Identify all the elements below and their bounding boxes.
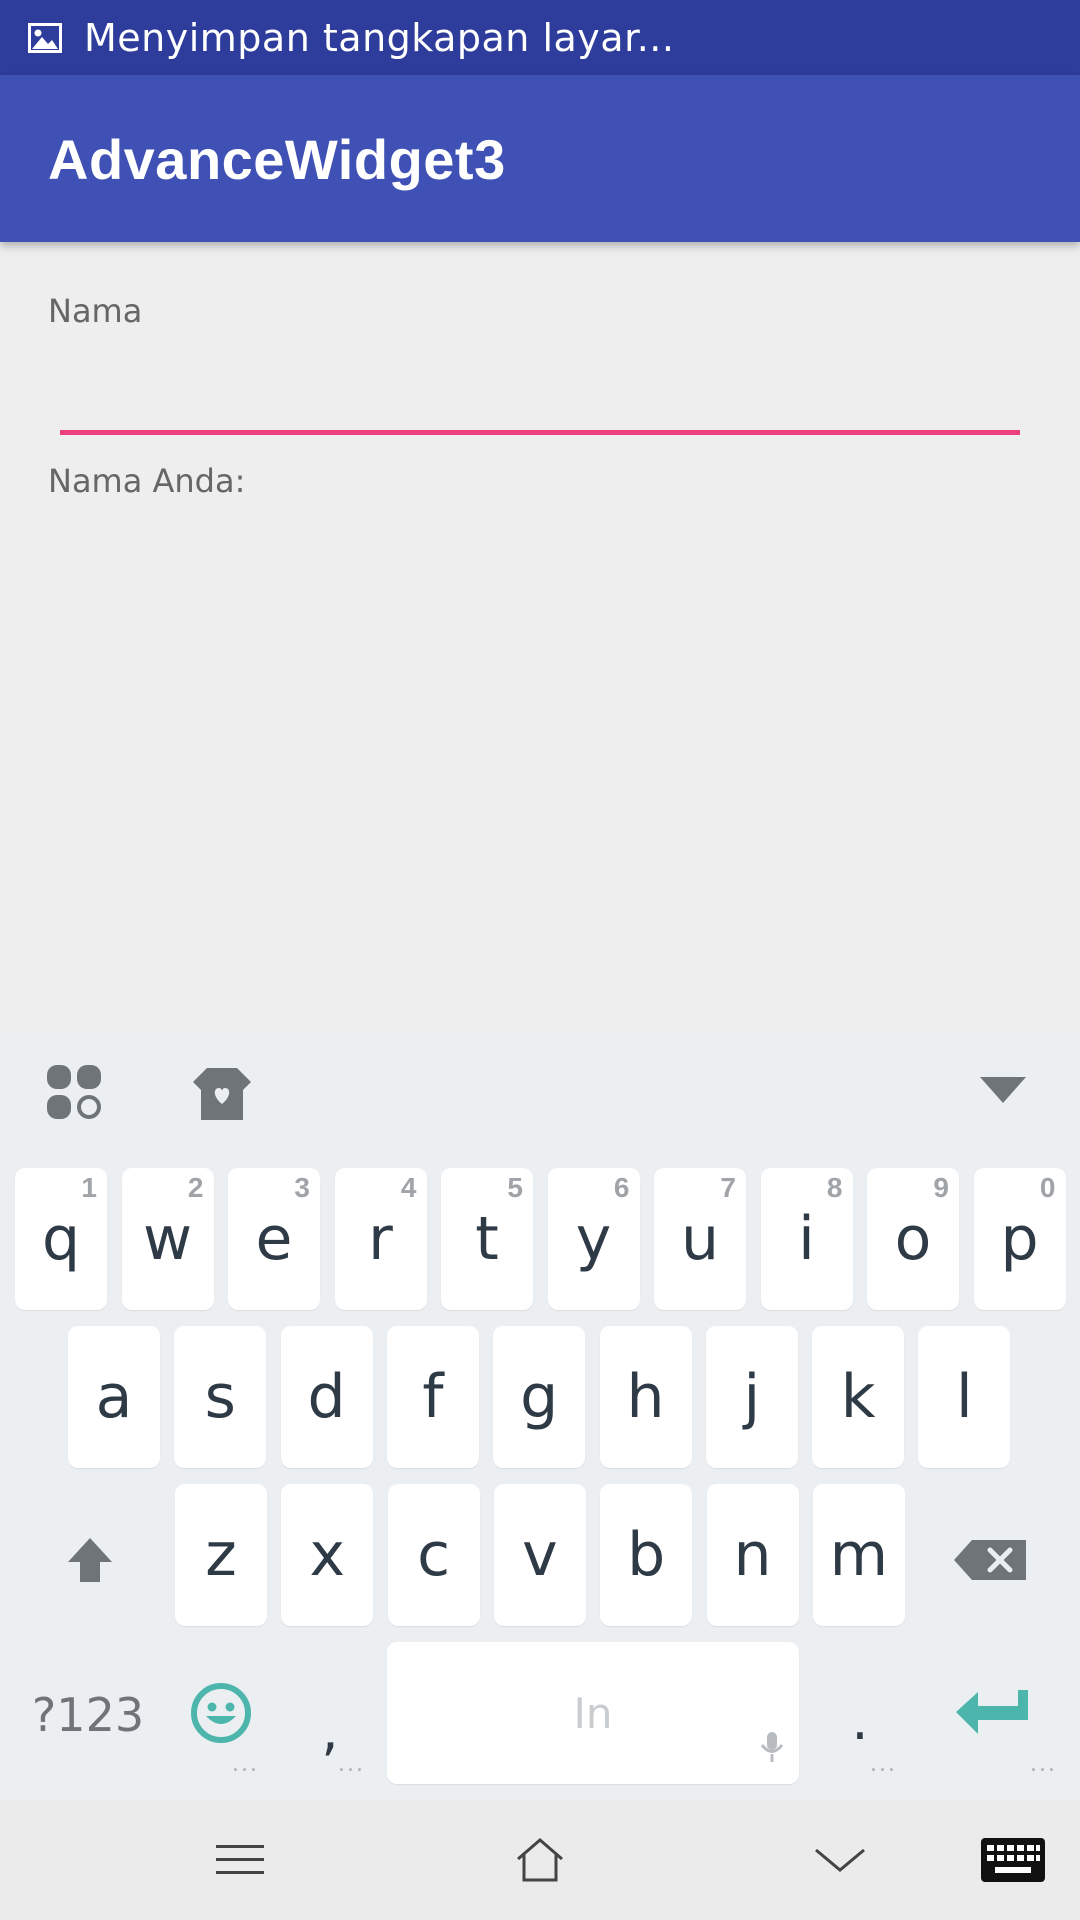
key-label: p [1000, 1204, 1039, 1274]
key-hint: 8 [826, 1172, 843, 1203]
navigation-bar [0, 1800, 1080, 1920]
key-f[interactable]: f [386, 1326, 479, 1468]
key-label: z [205, 1520, 237, 1590]
back-down-icon[interactable] [800, 1800, 880, 1920]
key-label: n [733, 1520, 772, 1590]
key-label: x [309, 1520, 346, 1590]
key-label: s [204, 1362, 236, 1432]
menu-icon[interactable] [200, 1800, 280, 1920]
key-label: m [829, 1520, 889, 1590]
status-notification-text: Menyimpan tangkapan layar... [84, 15, 675, 60]
key-label: i [798, 1204, 815, 1274]
key-hint: 2 [187, 1172, 204, 1203]
key-hint: 7 [720, 1172, 736, 1203]
key-h[interactable]: h [599, 1326, 692, 1468]
name-input[interactable] [60, 345, 1020, 435]
home-icon[interactable] [500, 1800, 580, 1920]
key-t[interactable]: t5 [441, 1168, 533, 1310]
key-b[interactable]: b [600, 1484, 693, 1626]
key-hint: 3 [294, 1172, 310, 1203]
key-label: l [956, 1362, 973, 1432]
key-label: y [575, 1204, 612, 1274]
theme-shirt-icon[interactable] [190, 1062, 254, 1126]
key-label: r [368, 1204, 393, 1274]
enter-icon[interactable] [950, 1680, 1034, 1746]
key-c[interactable]: c [387, 1484, 480, 1626]
period-more-dots: ... [870, 1752, 897, 1777]
key-hint: 6 [613, 1172, 630, 1203]
key-i[interactable]: i8 [760, 1168, 853, 1310]
key-y[interactable]: y6 [547, 1168, 640, 1310]
key-label: e [255, 1204, 293, 1274]
key-g[interactable]: g [493, 1326, 586, 1468]
period-key[interactable]: . [830, 1680, 890, 1760]
key-hint: 4 [400, 1172, 417, 1203]
key-w[interactable]: w2 [121, 1168, 214, 1310]
key-s[interactable]: s [174, 1326, 267, 1468]
shift-icon[interactable] [60, 1530, 120, 1590]
app-bar: AdvanceWidget3 [0, 75, 1080, 242]
key-label: w [142, 1204, 193, 1274]
name-label: Nama [48, 292, 143, 330]
key-v[interactable]: v [493, 1484, 586, 1626]
key-label: c [417, 1520, 451, 1590]
key-d[interactable]: d [280, 1326, 373, 1468]
key-j[interactable]: j [705, 1326, 798, 1468]
key-e[interactable]: e3 [228, 1168, 320, 1310]
key-label: o [894, 1204, 932, 1274]
key-label: u [680, 1204, 720, 1274]
key-label: t [475, 1204, 499, 1274]
image-icon [28, 21, 62, 55]
key-z[interactable]: z [175, 1484, 267, 1626]
key-n[interactable]: n [706, 1484, 799, 1626]
emoji-more-dots: ... [232, 1752, 259, 1777]
key-hint: 9 [933, 1172, 949, 1203]
apps-grid-icon[interactable] [44, 1062, 104, 1122]
keyboard-switch-icon[interactable] [958, 1800, 1068, 1920]
key-k[interactable]: k [812, 1326, 905, 1468]
key-p[interactable]: p0 [973, 1168, 1066, 1310]
app-title: AdvanceWidget3 [48, 128, 506, 191]
symbols-key[interactable]: ?123 [28, 1675, 148, 1755]
space-key-label: In [573, 1688, 613, 1738]
key-x[interactable]: x [281, 1484, 374, 1626]
microphone-icon [759, 1725, 785, 1774]
key-u[interactable]: u7 [654, 1168, 746, 1310]
key-label: b [627, 1520, 666, 1590]
comma-more-dots: ... [338, 1752, 365, 1777]
keyboard-toolbar [0, 1030, 1080, 1160]
backspace-icon[interactable] [950, 1530, 1030, 1590]
key-label: v [522, 1520, 558, 1590]
key-o[interactable]: o9 [867, 1168, 959, 1310]
key-hint: 0 [1039, 1172, 1056, 1203]
hide-keyboard-icon[interactable] [978, 1070, 1028, 1110]
key-a[interactable]: a [68, 1326, 160, 1468]
key-label: a [95, 1362, 133, 1432]
emoji-icon[interactable] [188, 1680, 254, 1746]
key-label: q [41, 1204, 81, 1274]
key-hint: 1 [81, 1172, 97, 1203]
key-m[interactable]: m [812, 1484, 905, 1626]
key-label: f [422, 1362, 444, 1432]
result-label: Nama Anda: [48, 462, 246, 500]
key-label: k [840, 1362, 876, 1432]
status-bar: Menyimpan tangkapan layar... [0, 0, 1080, 75]
key-label: g [520, 1362, 559, 1432]
space-key[interactable]: In [387, 1642, 799, 1784]
key-hint: 5 [507, 1172, 523, 1203]
key-r[interactable]: r4 [334, 1168, 427, 1310]
key-l[interactable]: l [918, 1326, 1011, 1468]
key-label: j [743, 1362, 761, 1432]
key-label: d [307, 1362, 346, 1432]
enter-more-dots: ... [1030, 1752, 1057, 1777]
key-label: h [626, 1362, 665, 1432]
key-q[interactable]: q1 [15, 1168, 107, 1310]
